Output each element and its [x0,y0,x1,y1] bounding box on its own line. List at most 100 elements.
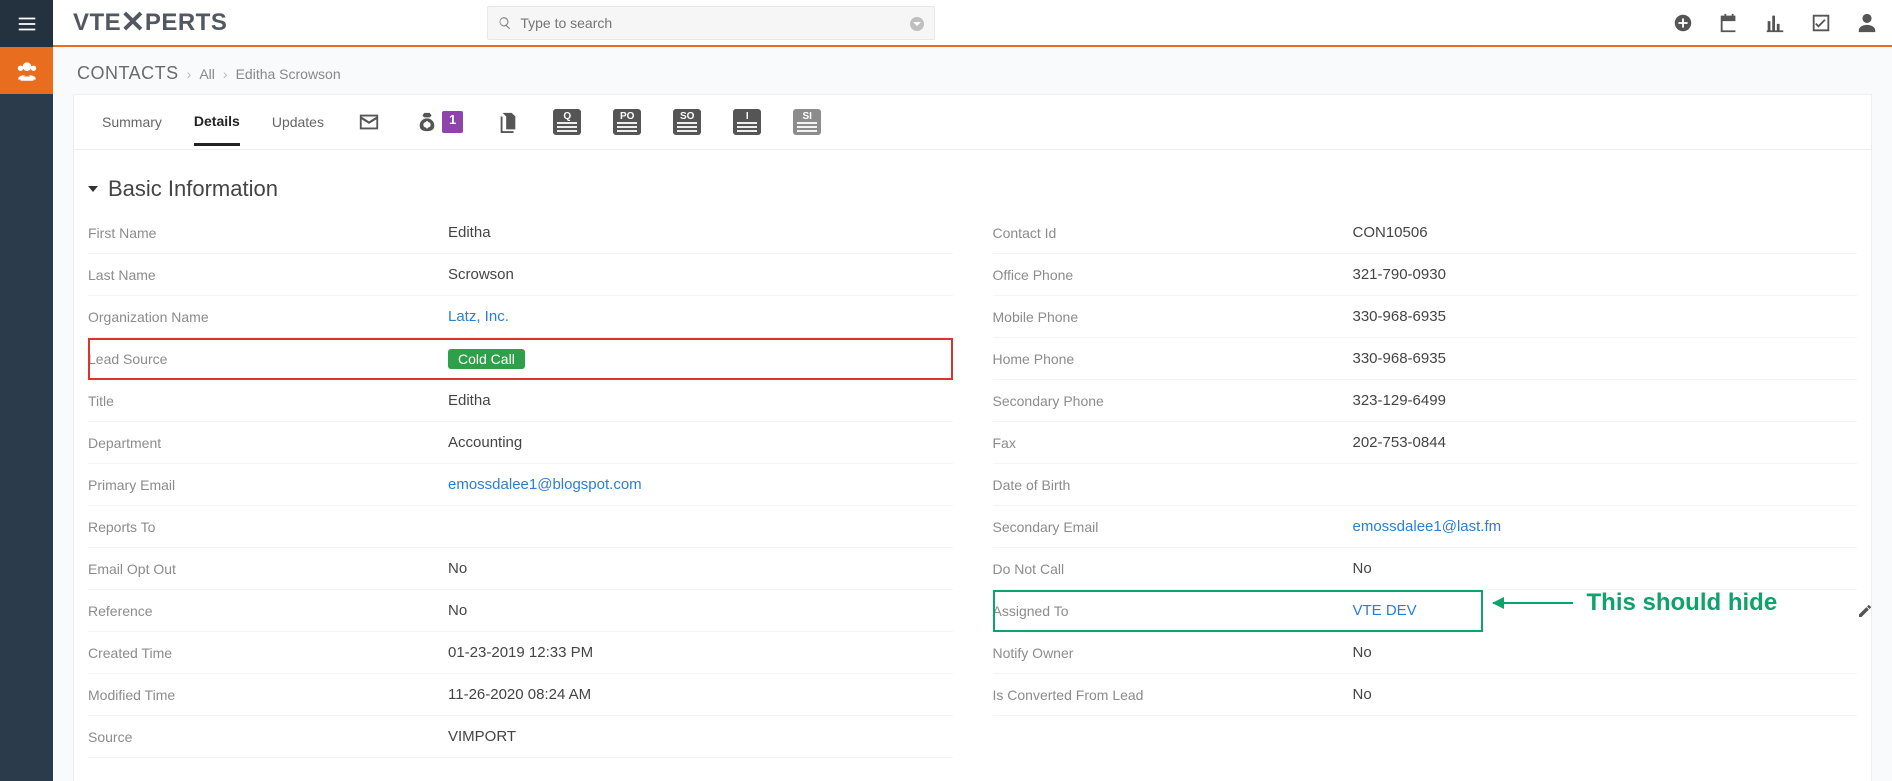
tab-emails[interactable] [356,111,382,147]
annotation-hide-label: This should hide [1587,590,1778,616]
field-label: Reports To [88,519,448,535]
field-organization[interactable]: Organization NameLatz, Inc. [88,296,953,338]
lead-source-pill: Cold Call [448,349,525,369]
field-label: First Name [88,225,448,241]
field-secondary-email[interactable]: Secondary Emailemossdalee1@last.fm [993,506,1858,548]
field-assigned-to[interactable]: Assigned To VTE DEV [993,590,1483,632]
field-label: Contact Id [993,225,1353,241]
contacts-module-button[interactable] [0,47,53,94]
field-label: Department [88,435,448,451]
field-contact-id[interactable]: Contact IdCON10506 [993,212,1858,254]
field-label: Last Name [88,267,448,283]
po-badge: PO [613,109,641,135]
envelope-icon [356,111,382,133]
field-source[interactable]: SourceVIMPORT [88,716,953,758]
field-email-opt-out[interactable]: Email Opt OutNo [88,548,953,590]
tab-invoices[interactable]: I [733,109,761,149]
field-value: Editha [448,392,491,409]
field-last-name[interactable]: Last NameScrowson [88,254,953,296]
tab-updates[interactable]: Updates [272,114,324,144]
field-value: 321-790-0930 [1353,266,1446,283]
section-basic-information[interactable]: Basic Information [74,150,1871,212]
field-label: Fax [993,435,1353,451]
content-area: CONTACTS › All › Editha Scrowson Summary… [53,47,1892,781]
field-label: Lead Source [88,351,448,367]
field-value: No [1353,686,1372,703]
documents-icon [495,111,521,133]
caret-down-icon [88,186,98,192]
field-secondary-phone[interactable]: Secondary Phone323-129-6499 [993,380,1858,422]
invoice-badge: I [733,109,761,135]
field-value: 11-26-2020 08:24 AM [448,686,591,703]
tab-documents[interactable] [495,111,521,147]
tab-quotes[interactable]: Q [553,109,581,149]
global-search[interactable] [487,6,935,40]
field-label: Date of Birth [993,477,1353,493]
field-value: 330-968-6935 [1353,308,1446,325]
tab-sales-orders[interactable]: SO [673,109,701,149]
tab-summary[interactable]: Summary [102,114,162,144]
field-fax[interactable]: Fax202-753-0844 [993,422,1858,464]
field-label: Email Opt Out [88,561,448,577]
field-value[interactable]: emossdalee1@last.fm [1353,518,1502,535]
field-value: No [1353,644,1372,661]
field-value[interactable]: emossdalee1@blogspot.com [448,476,642,493]
chevron-right-icon: › [187,66,192,82]
field-label: Title [88,393,448,409]
field-modified-time[interactable]: Modified Time11-26-2020 08:24 AM [88,674,953,716]
quick-create-icon[interactable] [1672,12,1694,34]
annotation-hide: This should hide [1493,590,1778,616]
tab-purchase-orders[interactable]: PO [613,109,641,149]
field-created-time[interactable]: Created Time01-23-2019 12:33 PM [88,632,953,674]
edit-pencil-icon[interactable] [1857,603,1873,619]
field-value[interactable]: Latz, Inc. [448,308,509,325]
field-notify-owner[interactable]: Notify OwnerNo [993,632,1858,674]
calendar-icon[interactable] [1718,12,1740,34]
field-first-name[interactable]: First NameEditha [88,212,953,254]
field-department[interactable]: DepartmentAccounting [88,422,953,464]
tab-details[interactable]: Details [194,113,240,146]
breadcrumb-module[interactable]: CONTACTS [77,63,179,84]
search-icon [498,16,512,30]
tab-payments[interactable]: 1 [414,111,463,147]
reports-icon[interactable] [1764,12,1786,34]
field-reference[interactable]: ReferenceNo [88,590,953,632]
field-label: Reference [88,603,448,619]
field-do-not-call[interactable]: Do Not CallNo [993,548,1858,590]
field-mobile-phone[interactable]: Mobile Phone330-968-6935 [993,296,1858,338]
field-value: Scrowson [448,266,514,283]
field-label: Primary Email [88,477,448,493]
field-primary-email[interactable]: Primary Emailemossdalee1@blogspot.com [88,464,953,506]
field-label: Mobile Phone [993,309,1353,325]
field-label: Is Converted From Lead [993,687,1353,703]
top-header: VTE✕PERTS [53,0,1892,47]
user-menu-icon[interactable] [1856,12,1878,34]
tasks-icon[interactable] [1810,12,1832,34]
field-label: Organization Name [88,309,448,325]
header-quick-actions [1672,12,1878,34]
field-label: Created Time [88,645,448,661]
field-label: Office Phone [993,267,1353,283]
tab-sales-invoice[interactable]: SI [793,109,821,149]
search-input[interactable] [520,15,924,31]
field-value[interactable]: VTE DEV [1353,602,1417,619]
arrow-icon [1493,602,1573,604]
main-menu-button[interactable] [0,0,53,47]
field-office-phone[interactable]: Office Phone321-790-0930 [993,254,1858,296]
breadcrumb-level1[interactable]: All [199,66,215,82]
field-label: Modified Time [88,687,448,703]
search-scope-dropdown[interactable] [910,17,924,31]
field-dob[interactable]: Date of Birth [993,464,1858,506]
hamburger-icon [16,13,38,35]
field-title[interactable]: TitleEditha [88,380,953,422]
field-lead-source[interactable]: Lead SourceCold Call [88,338,953,380]
field-is-converted[interactable]: Is Converted From LeadNo [993,674,1858,716]
breadcrumb: CONTACTS › All › Editha Scrowson [53,47,1892,94]
app-logo[interactable]: VTE✕PERTS [73,5,227,40]
field-value: No [448,560,467,577]
field-home-phone[interactable]: Home Phone330-968-6935 [993,338,1858,380]
app-left-rail [0,0,53,781]
field-value: Editha [448,224,491,241]
field-reports-to[interactable]: Reports To [88,506,953,548]
field-label: Secondary Phone [993,393,1353,409]
